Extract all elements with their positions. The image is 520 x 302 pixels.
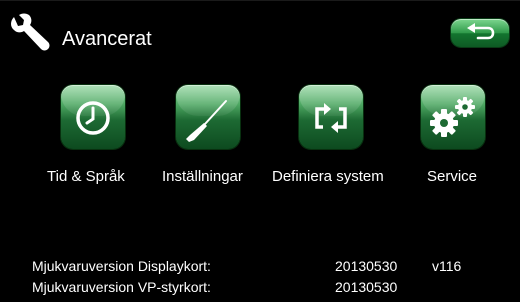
gears-icon — [430, 97, 475, 137]
tile-label-settings[interactable]: Inställningar — [162, 168, 243, 185]
wrench-icon — [11, 13, 50, 51]
vp-software-date: 20130530 — [335, 279, 398, 295]
clock-icon — [76, 101, 110, 135]
page-title: Avancerat — [62, 28, 152, 50]
tile-label-service[interactable]: Service — [427, 168, 477, 185]
display-software-date: 20130530 — [335, 258, 398, 274]
cycle-arrows-icon — [315, 103, 347, 133]
header: Avancerat — [0, 1, 520, 71]
return-arrow-icon — [467, 23, 495, 40]
screwdriver-icon — [186, 100, 227, 142]
tile-label-time-language[interactable]: Tid & Språk — [47, 168, 125, 185]
back-button[interactable] — [451, 19, 509, 47]
tile-label-define-system[interactable]: Definiera system — [272, 168, 384, 185]
tile-service[interactable] — [421, 85, 485, 149]
vp-software-label: Mjukvaruversion VP-styrkort: — [32, 279, 211, 295]
tile-define-system[interactable] — [299, 85, 363, 149]
display-software-version: v116 — [432, 258, 462, 274]
advanced-screen: Avancerat Tid & Språk Inställningar Defi… — [0, 0, 520, 302]
display-software-label: Mjukvaruversion Displaykort: — [32, 258, 211, 274]
tile-time-language[interactable] — [61, 85, 125, 149]
tile-settings[interactable] — [176, 85, 240, 149]
